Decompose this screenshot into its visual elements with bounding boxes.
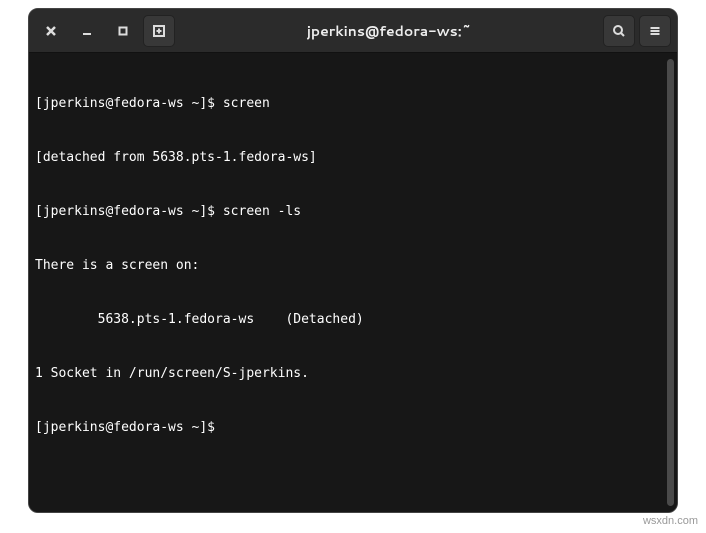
titlebar-right-controls bbox=[603, 15, 671, 47]
terminal-line: [detached from 5638.pts-1.fedora-ws] bbox=[35, 149, 667, 167]
menu-button[interactable] bbox=[639, 15, 671, 47]
new-tab-button[interactable] bbox=[143, 15, 175, 47]
maximize-button[interactable] bbox=[107, 15, 139, 47]
terminal-line: [jperkins@fedora-ws ~]$ screen -ls bbox=[35, 203, 667, 221]
search-icon bbox=[612, 24, 626, 38]
window-title: jperkins@fedora-ws:~ bbox=[179, 21, 599, 41]
new-tab-icon bbox=[152, 24, 166, 38]
watermark: wsxdn.com bbox=[643, 515, 698, 527]
titlebar: jperkins@fedora-ws:~ bbox=[29, 9, 677, 53]
terminal-line: 5638.pts-1.fedora-ws (Detached) bbox=[35, 311, 667, 329]
minimize-icon bbox=[80, 24, 94, 38]
terminal-line: [jperkins@fedora-ws ~]$ screen bbox=[35, 95, 667, 113]
terminal-window: jperkins@fedora-ws:~ [jperkins@fedora-ws… bbox=[28, 8, 678, 513]
minimize-button[interactable] bbox=[71, 15, 103, 47]
close-icon bbox=[44, 24, 58, 38]
search-button[interactable] bbox=[603, 15, 635, 47]
terminal-line: There is a screen on: bbox=[35, 257, 667, 275]
titlebar-left-controls bbox=[35, 15, 175, 47]
terminal-line: 1 Socket in /run/screen/S-jperkins. bbox=[35, 365, 667, 383]
scrollbar[interactable] bbox=[667, 59, 674, 506]
terminal-body[interactable]: [jperkins@fedora-ws ~]$ screen [detached… bbox=[29, 53, 677, 512]
terminal-line: [jperkins@fedora-ws ~]$ bbox=[35, 419, 667, 437]
close-button[interactable] bbox=[35, 15, 67, 47]
hamburger-icon bbox=[648, 24, 662, 38]
maximize-icon bbox=[116, 24, 130, 38]
